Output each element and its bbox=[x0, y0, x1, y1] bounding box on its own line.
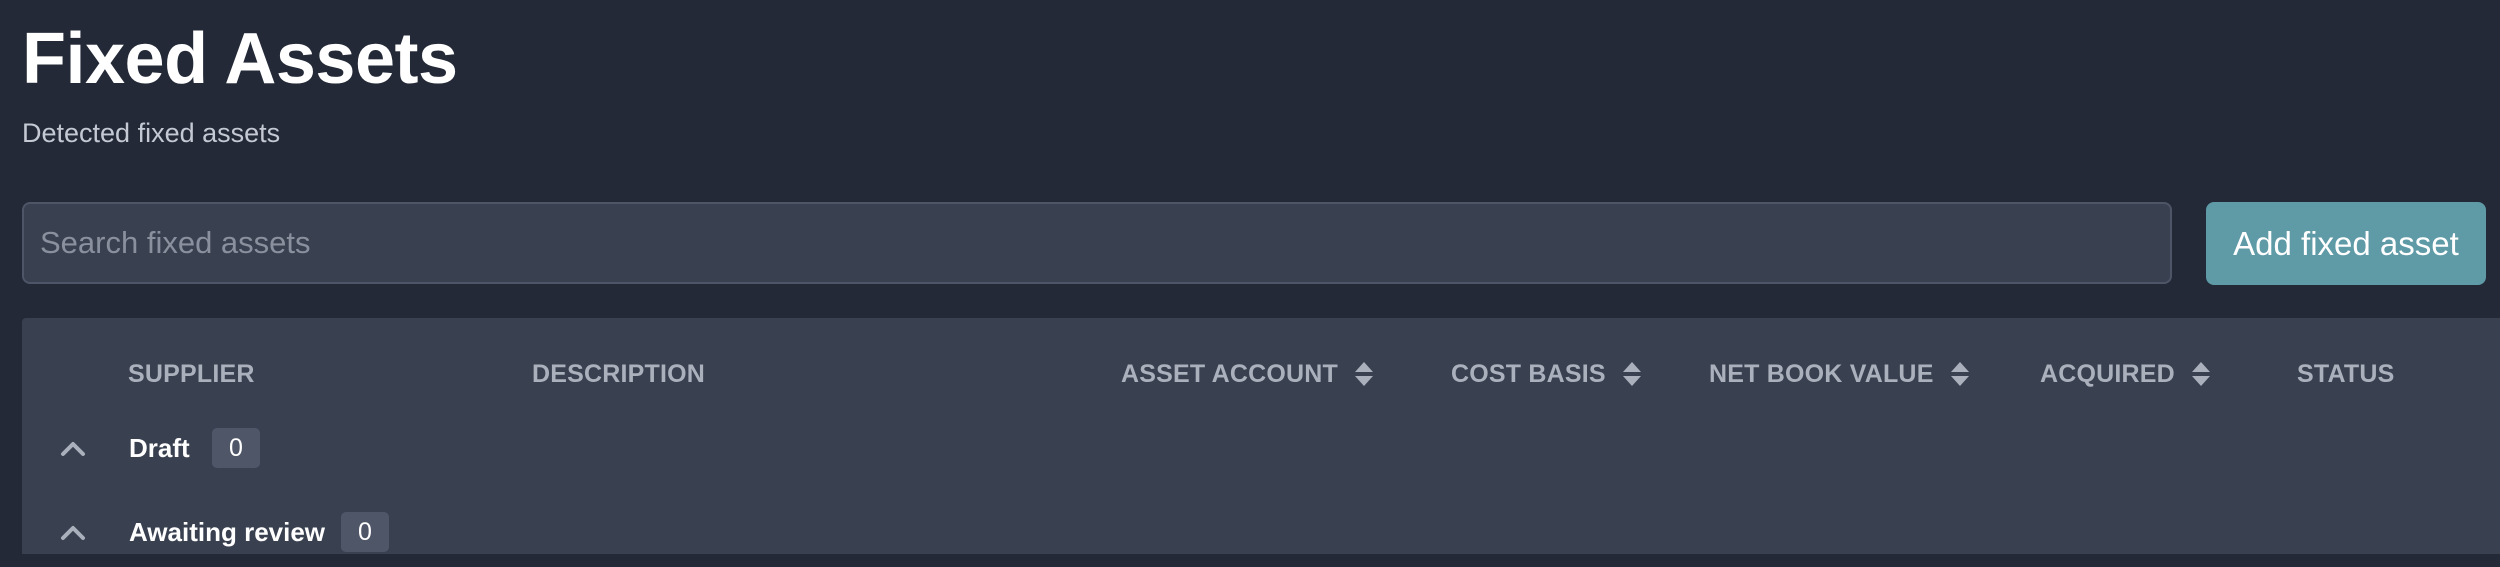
sort-icon[interactable] bbox=[1354, 359, 1374, 389]
column-header-description: DESCRIPTION bbox=[532, 344, 705, 404]
group-row-awaiting-review[interactable]: Awaiting review 0 bbox=[22, 497, 2500, 567]
column-header-label: ACQUIRED bbox=[2040, 359, 2175, 388]
add-fixed-asset-button[interactable]: Add fixed asset bbox=[2206, 202, 2486, 285]
count-badge: 0 bbox=[341, 512, 389, 552]
column-header-status: STATUS bbox=[2297, 344, 2395, 404]
page-title: Fixed Assets bbox=[22, 19, 458, 99]
column-header-label: SUPPLIER bbox=[128, 359, 255, 388]
sort-icon[interactable] bbox=[1622, 359, 1642, 389]
page-subtitle: Detected fixed assets bbox=[22, 118, 281, 148]
fixed-assets-table: SUPPLIER DESCRIPTION ASSET ACCOUNT COST … bbox=[22, 318, 2500, 554]
group-label: Draft bbox=[129, 432, 190, 463]
column-header-label: STATUS bbox=[2297, 359, 2395, 388]
column-header-label: DESCRIPTION bbox=[532, 359, 706, 388]
sort-icon[interactable] bbox=[2191, 359, 2211, 389]
column-header-asset-account[interactable]: ASSET ACCOUNT bbox=[1121, 344, 1374, 404]
count-badge: 0 bbox=[212, 428, 260, 468]
column-header-net-book-value[interactable]: NET BOOK VALUE bbox=[1709, 344, 1970, 404]
column-header-label: NET BOOK VALUE bbox=[1709, 359, 1934, 388]
sort-icon[interactable] bbox=[1950, 359, 1970, 389]
chevron-up-icon[interactable] bbox=[60, 522, 86, 542]
column-header-label: COST BASIS bbox=[1451, 359, 1606, 388]
column-header-acquired[interactable]: ACQUIRED bbox=[2040, 344, 2211, 404]
column-header-cost-basis[interactable]: COST BASIS bbox=[1451, 344, 1642, 404]
column-header-label: ASSET ACCOUNT bbox=[1121, 359, 1338, 388]
search-input[interactable] bbox=[22, 202, 2172, 284]
group-label: Awaiting review bbox=[129, 516, 326, 547]
chevron-up-icon[interactable] bbox=[60, 438, 86, 458]
group-row-draft[interactable]: Draft 0 bbox=[22, 413, 2500, 483]
column-header-supplier: SUPPLIER bbox=[128, 344, 255, 404]
